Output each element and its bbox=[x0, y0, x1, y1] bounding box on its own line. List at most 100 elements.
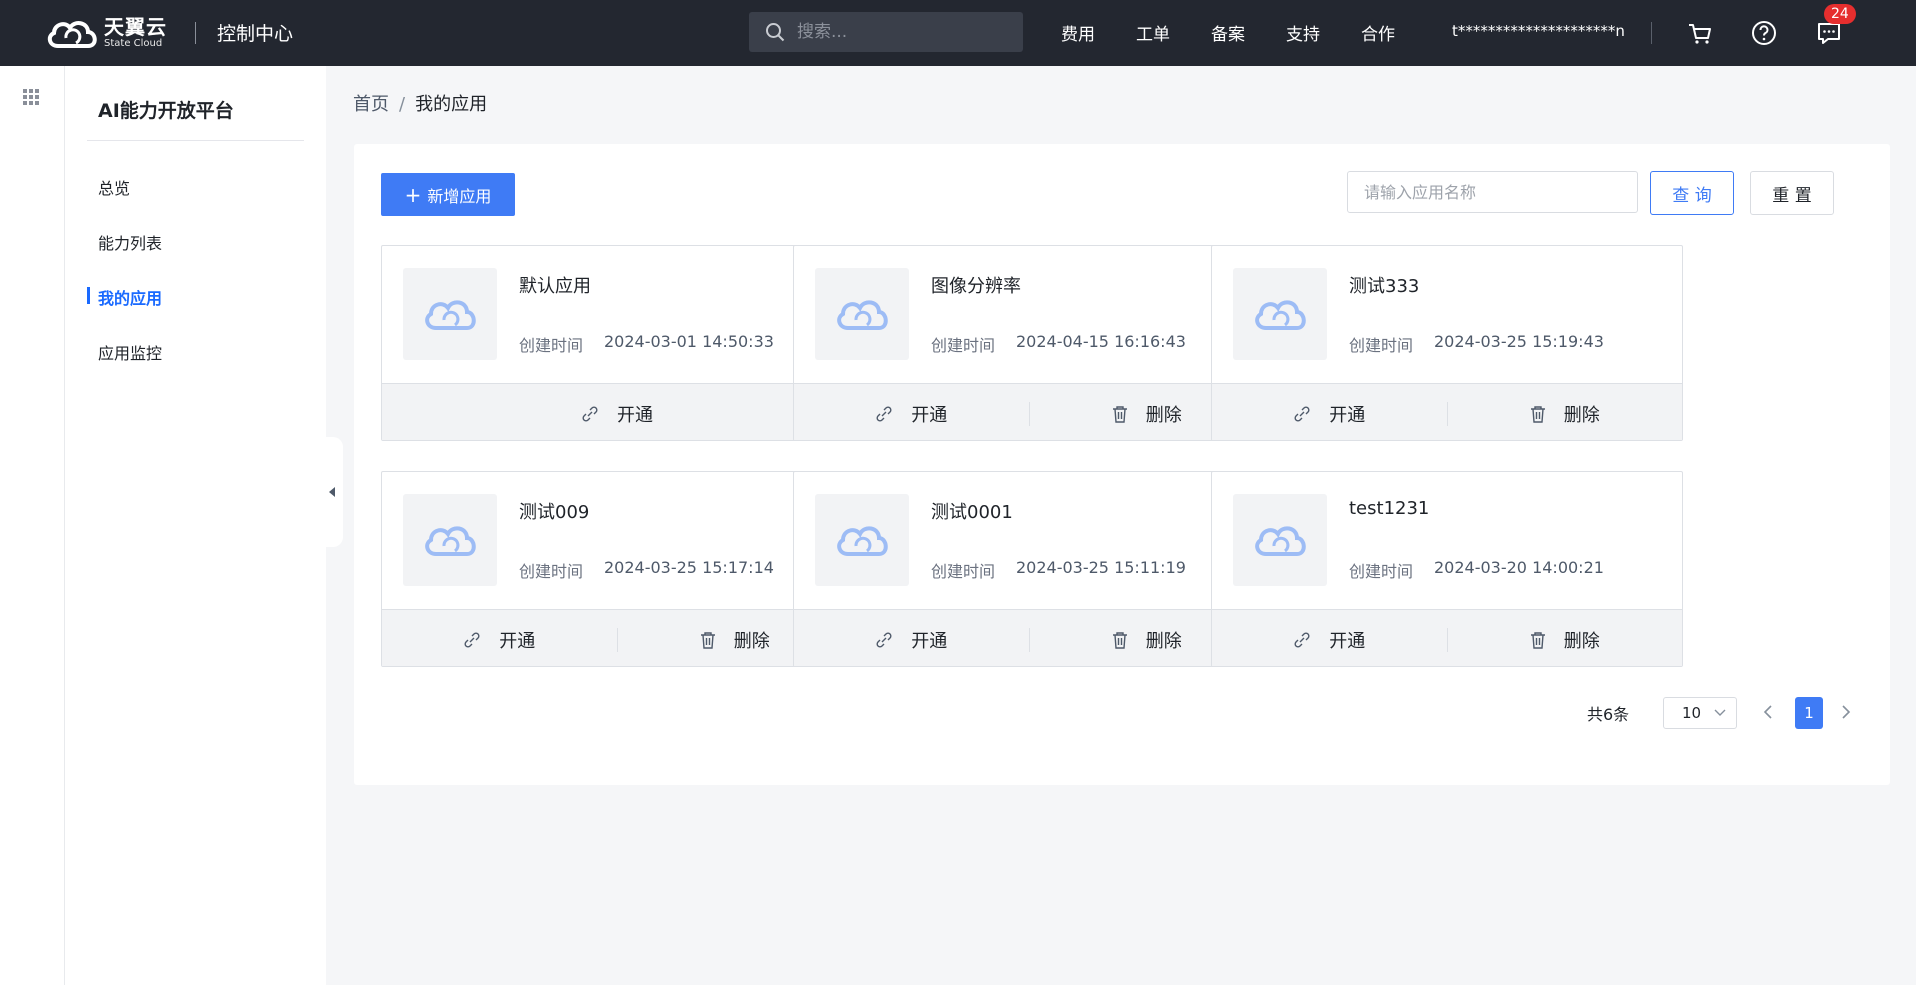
trash-icon bbox=[1112, 405, 1127, 423]
pagination-total: 共6条 bbox=[1587, 705, 1630, 724]
created-time-label: 创建时间 bbox=[1349, 336, 1414, 355]
card-actions: 开通 bbox=[382, 383, 852, 440]
card-actions: 开通 删除 bbox=[794, 609, 1264, 666]
app-name-search-input[interactable] bbox=[1347, 171, 1638, 213]
nav-support[interactable]: 支持 bbox=[1286, 20, 1320, 45]
nav-tickets[interactable]: 工单 bbox=[1136, 20, 1170, 45]
next-page-icon[interactable] bbox=[1841, 704, 1851, 720]
sidebar-item-overview[interactable]: 总览 bbox=[98, 175, 130, 199]
breadcrumb-current: 我的应用 bbox=[415, 94, 488, 115]
console-title[interactable]: 控制中心 bbox=[217, 19, 293, 46]
add-app-button[interactable]: + 新增应用 bbox=[381, 173, 515, 216]
cloud-icon bbox=[837, 300, 888, 330]
sidebar-title: AI能力开放平台 bbox=[98, 100, 234, 122]
created-time-label: 创建时间 bbox=[931, 562, 996, 581]
nav-filing[interactable]: 备案 bbox=[1211, 20, 1245, 45]
prev-page-icon[interactable] bbox=[1763, 704, 1773, 720]
cloud-icon bbox=[425, 300, 476, 330]
product-rail bbox=[0, 66, 65, 985]
card-actions: 开通 删除 bbox=[794, 383, 1264, 440]
user-account[interactable]: t*********************n bbox=[1452, 22, 1625, 40]
link-icon bbox=[876, 405, 892, 422]
breadcrumb: 首页 / 我的应用 bbox=[353, 90, 487, 116]
created-time-value: 2024-03-01 14:50:33 bbox=[604, 332, 774, 351]
global-search-input[interactable] bbox=[795, 21, 999, 43]
link-icon bbox=[1294, 405, 1310, 422]
created-time-value: 2024-03-25 15:17:14 bbox=[604, 558, 774, 577]
open-label: 开通 bbox=[1329, 404, 1366, 426]
open-button[interactable]: 开通 bbox=[794, 610, 1029, 666]
open-button[interactable]: 开通 bbox=[382, 610, 617, 666]
app-thumbnail bbox=[1233, 268, 1327, 360]
reset-button[interactable]: 重 置 bbox=[1750, 171, 1834, 215]
created-time-value: 2024-04-15 16:16:43 bbox=[1016, 332, 1186, 351]
card-actions: 开通 删除 bbox=[1212, 383, 1683, 440]
open-button[interactable]: 开通 bbox=[1212, 384, 1447, 440]
link-icon bbox=[876, 631, 892, 648]
sidebar-item-capabilities[interactable]: 能力列表 bbox=[98, 230, 162, 254]
app-name: 默认应用 bbox=[519, 276, 591, 297]
open-label: 开通 bbox=[1329, 630, 1366, 652]
breadcrumb-separator: / bbox=[399, 94, 406, 115]
open-button[interactable]: 开通 bbox=[794, 384, 1029, 440]
nav-billing[interactable]: 费用 bbox=[1061, 20, 1095, 45]
page-number-current[interactable]: 1 bbox=[1795, 697, 1823, 729]
created-time-value: 2024-03-25 15:19:43 bbox=[1434, 332, 1604, 351]
app-thumbnail bbox=[815, 494, 909, 586]
cart-icon[interactable] bbox=[1686, 19, 1714, 47]
brand-logo[interactable]: 天翼云 State Cloud bbox=[44, 16, 167, 50]
created-time-label: 创建时间 bbox=[1349, 562, 1414, 581]
app-card: 测试333 创建时间 2024-03-25 15:19:43 开通 删除 bbox=[1211, 245, 1683, 441]
app-thumbnail bbox=[815, 268, 909, 360]
top-navigation-bar: 天翼云 State Cloud 控制中心 费用 工单 备案 支持 合作 t***… bbox=[0, 0, 1916, 66]
open-button[interactable]: 开通 bbox=[382, 384, 852, 440]
app-card: 默认应用 创建时间 2024-03-01 14:50:33 开通 bbox=[381, 245, 853, 441]
plus-icon: + bbox=[404, 182, 422, 207]
card-actions: 开通 删除 bbox=[382, 609, 852, 666]
delete-button[interactable]: 删除 bbox=[1448, 384, 1683, 440]
sidebar-item-app-monitor[interactable]: 应用监控 bbox=[98, 340, 162, 364]
top-nav-menu: 费用 工单 备案 支持 合作 bbox=[1061, 20, 1436, 45]
app-name: 测试009 bbox=[519, 502, 590, 523]
brand-name-en: State Cloud bbox=[104, 38, 163, 49]
sidebar-item-my-apps[interactable]: 我的应用 bbox=[98, 285, 162, 309]
link-icon bbox=[582, 405, 598, 422]
topbar-divider bbox=[1651, 22, 1652, 44]
help-icon[interactable] bbox=[1750, 19, 1778, 47]
open-button[interactable]: 开通 bbox=[1212, 610, 1447, 666]
apps-panel: +新增应用 查 询 重 置 默认应用 创建时间 2024-03-01 14:50… bbox=[354, 144, 1890, 785]
card-actions: 开通 删除 bbox=[1212, 609, 1683, 666]
caret-left-icon bbox=[329, 487, 335, 497]
delete-button[interactable]: 删除 bbox=[1448, 610, 1683, 666]
delete-label: 删除 bbox=[733, 630, 770, 652]
chevron-down-icon bbox=[1714, 709, 1726, 716]
link-icon bbox=[1294, 631, 1310, 648]
app-thumbnail bbox=[403, 268, 497, 360]
global-search[interactable] bbox=[749, 12, 1023, 52]
active-indicator bbox=[87, 287, 90, 304]
sidebar: AI能力开放平台 总览 能力列表 我的应用 应用监控 bbox=[65, 66, 326, 985]
created-time-label: 创建时间 bbox=[519, 336, 584, 355]
grid-icon[interactable] bbox=[22, 88, 40, 106]
sidebar-collapse-button[interactable] bbox=[321, 437, 343, 547]
delete-label: 删除 bbox=[1563, 404, 1600, 426]
app-name: 测试0001 bbox=[931, 502, 1013, 523]
brand-name-cn: 天翼云 bbox=[104, 15, 167, 39]
created-time-label: 创建时间 bbox=[931, 336, 996, 355]
page-size-select[interactable]: 10 bbox=[1663, 697, 1737, 729]
add-app-label: 新增应用 bbox=[427, 186, 492, 206]
app-card: 测试009 创建时间 2024-03-25 15:17:14 开通 删除 bbox=[381, 471, 853, 667]
cloud-icon bbox=[837, 526, 888, 556]
logo-divider bbox=[195, 22, 196, 44]
breadcrumb-home[interactable]: 首页 bbox=[353, 94, 389, 115]
trash-icon bbox=[700, 631, 715, 649]
open-label: 开通 bbox=[911, 404, 948, 426]
open-label: 开通 bbox=[911, 630, 948, 652]
trash-icon bbox=[1530, 631, 1545, 649]
query-button[interactable]: 查 询 bbox=[1650, 171, 1734, 215]
created-time-label: 创建时间 bbox=[519, 562, 584, 581]
app-name: test1231 bbox=[1349, 498, 1430, 519]
page-size-value: 10 bbox=[1682, 704, 1702, 722]
app-card: test1231 创建时间 2024-03-20 14:00:21 开通 删除 bbox=[1211, 471, 1683, 667]
nav-partners[interactable]: 合作 bbox=[1361, 20, 1395, 45]
